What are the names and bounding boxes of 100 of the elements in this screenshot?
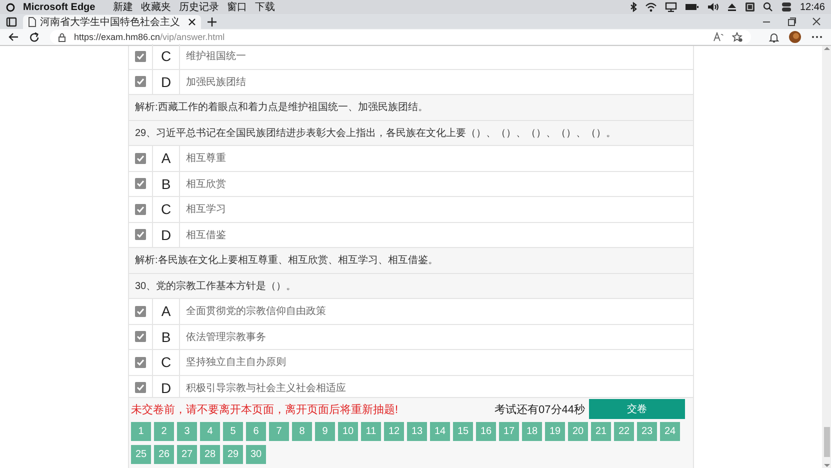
option-text: 依法管理宗教事务: [185, 330, 266, 344]
question-number-button[interactable]: 22: [614, 422, 634, 441]
refresh-icon[interactable]: [29, 32, 40, 42]
question-number-button[interactable]: 19: [545, 422, 565, 441]
question-number-button[interactable]: 11: [361, 422, 381, 441]
question-number-button[interactable]: 30: [246, 445, 266, 464]
wifi-icon[interactable]: [644, 2, 657, 12]
question-number-button[interactable]: 1: [131, 422, 151, 441]
option-text: 坚持独立自主自办原则: [185, 356, 286, 370]
tab-title: 河南省大学生中国特色社会主义: [40, 16, 180, 29]
question-number-button[interactable]: 18: [522, 422, 542, 441]
question-number-button[interactable]: 14: [430, 422, 450, 441]
avatar-icon[interactable]: [789, 31, 801, 43]
scroll-down-icon[interactable]: [824, 463, 830, 468]
option-letter: D: [153, 222, 180, 247]
option-letter: D: [153, 70, 180, 94]
submit-button[interactable]: 交卷: [589, 399, 685, 419]
volume-icon[interactable]: [706, 2, 719, 12]
scrollbar-thumb[interactable]: [824, 427, 830, 457]
read-aloud-icon[interactable]: [713, 32, 724, 42]
option-letter: A: [153, 146, 180, 170]
new-tab-icon[interactable]: [207, 16, 217, 26]
question-number-button[interactable]: 6: [246, 422, 266, 441]
question-text: 29、习近平总书记在全国民族团结进步表彰大会上指出，各民族在文化上要（）、（）、（）、（）、（）。: [129, 120, 693, 146]
menu-item[interactable]: 收藏夹: [141, 0, 172, 14]
display-icon[interactable]: [664, 2, 677, 12]
address-field[interactable]: https://exam.hm86.cn/vip/answer.html: [50, 30, 751, 44]
question-number-button[interactable]: 26: [154, 445, 174, 464]
question-number-button[interactable]: 10: [338, 422, 358, 441]
page-icon: [28, 17, 36, 27]
question-number-button[interactable]: 12: [384, 422, 404, 441]
question-number-button[interactable]: 17: [499, 422, 519, 441]
question-number-button[interactable]: 15: [453, 422, 473, 441]
url-text: https://exam.hm86.cn/vip/answer.html: [74, 32, 225, 42]
question-number-button[interactable]: 29: [223, 445, 243, 464]
menu-item[interactable]: 下载: [255, 0, 276, 14]
option-text: 加强民族团结: [185, 76, 246, 89]
question-number-button[interactable]: 21: [591, 422, 611, 441]
checkbox[interactable]: [135, 356, 146, 368]
app-name[interactable]: Microsoft Edge: [23, 2, 96, 12]
close-icon[interactable]: [188, 18, 196, 26]
control-center-icon[interactable]: [780, 2, 792, 12]
lock-icon: [58, 32, 66, 42]
bluetooth-icon[interactable]: [630, 2, 637, 12]
checkbox[interactable]: [135, 50, 146, 62]
option-text: 全面贯彻党的宗教信仰自由政策: [185, 304, 326, 318]
restore-icon[interactable]: [787, 17, 796, 26]
question-number-button[interactable]: 27: [177, 445, 197, 464]
scrollbar[interactable]: [822, 46, 831, 468]
question-number-button[interactable]: 16: [476, 422, 496, 441]
battery-icon[interactable]: [684, 3, 699, 11]
menu-item[interactable]: 窗口: [227, 0, 248, 14]
checkbox[interactable]: [135, 76, 146, 88]
circle-icon[interactable]: [6, 2, 15, 12]
option-letter: B: [153, 324, 180, 349]
checkbox[interactable]: [135, 331, 146, 342]
question-number-button[interactable]: 13: [407, 422, 427, 441]
question-number-button[interactable]: 3: [177, 422, 197, 441]
grid-icon[interactable]: [744, 2, 755, 12]
tab-actions-icon[interactable]: [6, 16, 17, 26]
warning-text: 未交卷前，请不要离开本页面，离开页面后将重新抽题!: [131, 402, 400, 416]
question-number-button[interactable]: 8: [292, 422, 312, 441]
option-letter: C: [153, 44, 180, 68]
checkbox[interactable]: [135, 229, 146, 240]
question-number-button[interactable]: 5: [223, 422, 243, 441]
option-text: 相互尊重: [185, 152, 226, 166]
option-letter: C: [153, 197, 180, 222]
back-icon[interactable]: [8, 32, 19, 42]
menu-item[interactable]: 历史记录: [179, 0, 220, 14]
question-number-button[interactable]: 28: [200, 445, 220, 464]
question-number-button[interactable]: 4: [200, 422, 220, 441]
explanation-text: 解析:各民族在文化上要相互尊重、相互欣赏、相互学习、相互借鉴。: [129, 248, 693, 274]
close-icon[interactable]: [812, 17, 821, 26]
option-letter: B: [153, 172, 180, 196]
option-text: 相互学习: [185, 202, 226, 216]
search-icon[interactable]: [762, 2, 773, 12]
option-text: 积极引导宗教与社会主义社会相适应: [185, 382, 346, 395]
option-letter: C: [153, 350, 180, 374]
option-text: 维护祖国统一: [185, 50, 246, 64]
question-number-button[interactable]: 25: [131, 445, 151, 464]
option-text: 相互借鉴: [185, 228, 226, 242]
bell-icon[interactable]: [769, 32, 779, 42]
question-number-button[interactable]: 9: [315, 422, 335, 441]
question-number-button[interactable]: 20: [568, 422, 588, 441]
checkbox[interactable]: [135, 152, 146, 164]
question-number-button[interactable]: 7: [269, 422, 289, 441]
checkbox[interactable]: [135, 306, 146, 317]
menu-item[interactable]: 新建: [113, 0, 134, 14]
eject-icon[interactable]: [726, 2, 737, 12]
checkbox[interactable]: [135, 382, 146, 394]
question-number-button[interactable]: 2: [154, 422, 174, 441]
question-number-button[interactable]: 24: [660, 422, 680, 441]
checkbox[interactable]: [135, 204, 146, 215]
clock: 12:46: [800, 2, 825, 12]
favorites-star-icon[interactable]: [732, 32, 743, 42]
question-text: 30、党的宗教工作基本方针是（）。: [129, 274, 693, 299]
checkbox[interactable]: [135, 178, 146, 190]
more-icon[interactable]: [811, 35, 823, 39]
question-number-button[interactable]: 23: [637, 422, 657, 441]
browser-tab[interactable]: 河南省大学生中国特色社会主义: [23, 15, 201, 29]
